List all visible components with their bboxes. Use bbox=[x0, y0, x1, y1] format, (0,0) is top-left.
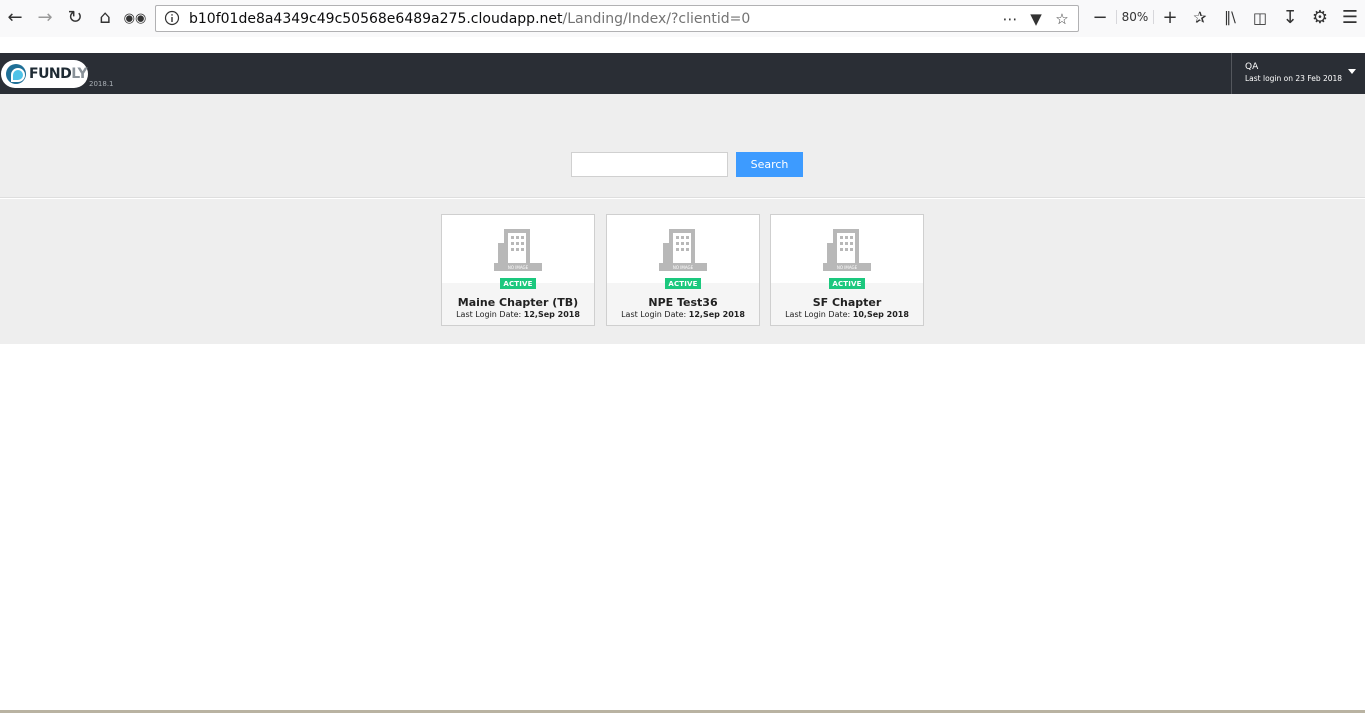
info-icon[interactable] bbox=[164, 10, 180, 26]
hamburger-menu-icon[interactable]: ☰ bbox=[1338, 6, 1362, 30]
back-icon[interactable]: ← bbox=[3, 6, 27, 30]
status-badge: ACTIVE bbox=[500, 278, 536, 289]
card-image: NO IMAGE bbox=[442, 215, 594, 283]
card-title[interactable]: NPE Test36 bbox=[607, 296, 759, 309]
card-last-login: Last Login Date: 12,Sep 2018 bbox=[456, 310, 580, 319]
card-image: NO IMAGE bbox=[607, 215, 759, 283]
browser-toolbar: ← → ↻ ⌂ ◉◉ b10f01de8a4349c49c50568e6489a… bbox=[0, 0, 1365, 37]
home-icon[interactable]: ⌂ bbox=[93, 6, 117, 30]
status-badge: ACTIVE bbox=[829, 278, 865, 289]
zoom-out-icon[interactable]: − bbox=[1088, 6, 1112, 30]
card-title[interactable]: Maine Chapter (TB) bbox=[442, 296, 594, 309]
card-image: NO IMAGE bbox=[771, 215, 923, 283]
svg-text:NO IMAGE: NO IMAGE bbox=[508, 265, 529, 270]
pocket-icon[interactable]: ▼ bbox=[1026, 9, 1046, 29]
building-no-image-icon: NO IMAGE bbox=[659, 229, 707, 271]
settings-gear-icon[interactable]: ⚙ bbox=[1308, 6, 1332, 30]
app-version: 2018.1 bbox=[89, 80, 114, 88]
reload-icon[interactable]: ↻ bbox=[63, 6, 87, 30]
logo-text: FUNDLY bbox=[29, 66, 88, 82]
downloads-icon[interactable]: ↧ bbox=[1278, 6, 1302, 30]
card-last-login: Last Login Date: 12,Sep 2018 bbox=[621, 310, 745, 319]
app-header: FUNDLY 2018.1 QA Last login on 23 Feb 20… bbox=[0, 53, 1365, 94]
card-title[interactable]: SF Chapter bbox=[771, 296, 923, 309]
zoom-level[interactable]: 80% bbox=[1116, 10, 1154, 24]
library-icon[interactable]: ‖\ bbox=[1218, 6, 1242, 30]
bookmark-star-icon[interactable]: ☆ bbox=[1052, 9, 1072, 29]
organization-card[interactable]: NO IMAGE ACTIVE SF Chapter Last Login Da… bbox=[770, 214, 924, 326]
private-mask-icon: ◉◉ bbox=[123, 10, 147, 26]
sidebar-icon[interactable]: ◫ bbox=[1248, 6, 1272, 30]
url-path: /Landing/Index/?clientid=0 bbox=[562, 11, 751, 27]
building-no-image-icon: NO IMAGE bbox=[823, 229, 871, 271]
organization-card[interactable]: NO IMAGE ACTIVE NPE Test36 Last Login Da… bbox=[606, 214, 760, 326]
organization-card[interactable]: NO IMAGE ACTIVE Maine Chapter (TB) Last … bbox=[441, 214, 595, 326]
card-last-login: Last Login Date: 10,Sep 2018 bbox=[785, 310, 909, 319]
search-input[interactable] bbox=[571, 152, 728, 177]
user-menu[interactable]: QA Last login on 23 Feb 2018 bbox=[1231, 53, 1365, 94]
user-name: QA bbox=[1245, 62, 1259, 72]
url-actions: ⋯ ▼ ☆ bbox=[1000, 9, 1072, 29]
forward-icon[interactable]: → bbox=[33, 6, 57, 30]
organizations-list: NO IMAGE ACTIVE Maine Chapter (TB) Last … bbox=[0, 199, 1365, 344]
svg-text:NO IMAGE: NO IMAGE bbox=[837, 265, 858, 270]
bookmarks-star-icon[interactable]: ✰ bbox=[1188, 6, 1212, 30]
browser-separator bbox=[0, 37, 1365, 53]
url-host: b10f01de8a4349c49c50568e6489a275.cloudap… bbox=[189, 11, 563, 27]
page-actions-icon[interactable]: ⋯ bbox=[1000, 9, 1020, 29]
building-no-image-icon: NO IMAGE bbox=[494, 229, 542, 271]
fundly-logo[interactable]: FUNDLY bbox=[1, 60, 88, 88]
search-button[interactable]: Search bbox=[736, 152, 803, 177]
svg-text:NO IMAGE: NO IMAGE bbox=[673, 265, 694, 270]
status-badge: ACTIVE bbox=[665, 278, 701, 289]
search-section: Search bbox=[0, 94, 1365, 198]
caret-down-icon[interactable] bbox=[1348, 69, 1356, 74]
zoom-in-icon[interactable]: + bbox=[1158, 6, 1182, 30]
url-text: b10f01de8a4349c49c50568e6489a275.cloudap… bbox=[189, 11, 750, 27]
url-bar[interactable]: b10f01de8a4349c49c50568e6489a275.cloudap… bbox=[155, 5, 1079, 32]
fundly-logo-icon bbox=[6, 64, 26, 84]
last-login: Last login on 23 Feb 2018 bbox=[1245, 74, 1343, 83]
